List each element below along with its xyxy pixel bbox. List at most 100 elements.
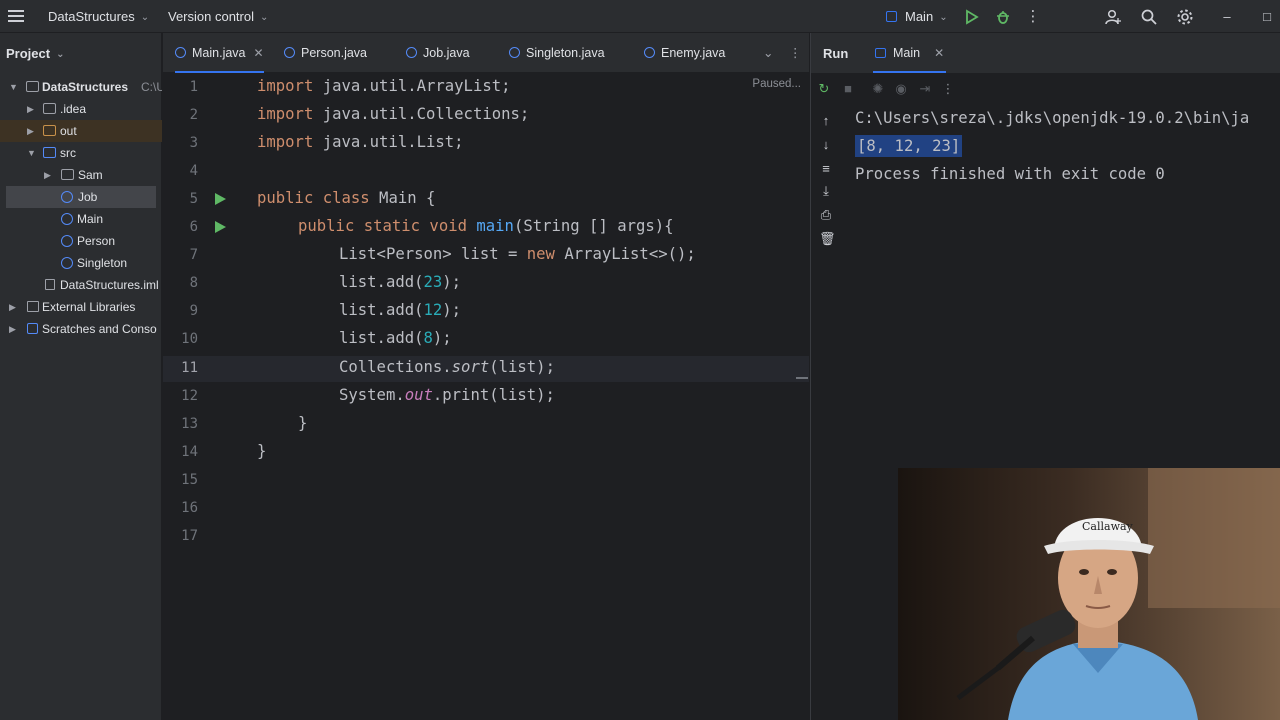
collapse-arrow-icon[interactable]: ▶ (27, 120, 34, 142)
camera-icon[interactable]: ◉ (894, 81, 908, 97)
code-line: public static void main(String [] args){ (298, 217, 674, 235)
rerun-icon[interactable]: ↻ (817, 81, 831, 97)
keyword: import (257, 77, 314, 95)
project-panel-title: Project (6, 46, 51, 61)
code-editor[interactable]: Paused... 1 2 3 4 5 6 7 8 9 10 11 12 13 … (163, 74, 809, 720)
run-icon[interactable] (962, 8, 980, 26)
tree-item-main[interactable]: Main (0, 208, 162, 230)
tree-item-singleton[interactable]: Singleton (0, 252, 162, 274)
exit-icon[interactable]: ⇥ (918, 81, 932, 97)
scroll-to-end-icon[interactable]: ⤓ (819, 183, 833, 199)
tab-person-java[interactable]: Person.java (284, 33, 367, 73)
line-number: 14 (181, 444, 198, 460)
file-icon (45, 279, 55, 290)
account-icon[interactable] (1104, 8, 1122, 26)
expand-arrow-icon[interactable]: ▼ (9, 76, 18, 98)
settings-gear-icon[interactable] (1176, 8, 1194, 26)
tree-item-label: Scratches and Conso (42, 322, 157, 336)
line-number: 6 (189, 219, 198, 235)
tree-item-job[interactable]: Job (6, 186, 156, 208)
tree-item-out[interactable]: ▶ out (0, 120, 162, 142)
debug-icon[interactable]: ✺ (871, 81, 885, 97)
tab-enemy-java[interactable]: Enemy.java (644, 33, 725, 73)
line-number: 12 (181, 388, 198, 404)
code-line: System.out.print(list); (339, 386, 555, 404)
trash-icon[interactable]: 🗑 (819, 231, 836, 247)
library-icon (27, 301, 39, 312)
run-config-icon (875, 48, 886, 58)
search-icon[interactable] (1140, 8, 1158, 26)
tree-item-datastructures[interactable]: ▼ DataStructures C:\U (0, 76, 162, 98)
tree-item-person[interactable]: Person (0, 230, 162, 252)
collapse-arrow-icon[interactable]: ▶ (9, 318, 16, 340)
run-gutter-icon[interactable] (215, 221, 226, 233)
line-number: 4 (189, 163, 198, 179)
method-name: main (476, 217, 514, 235)
package-icon (61, 169, 74, 180)
class-icon (61, 213, 73, 225)
expand-arrow-icon[interactable]: ▼ (27, 142, 36, 164)
code-text: ArrayList<>(); (554, 245, 696, 263)
run-tab-label: Main (893, 46, 921, 60)
tree-item-label: External Libraries (42, 300, 136, 314)
close-tab-icon[interactable]: ✕ (254, 46, 264, 60)
collapse-arrow-icon[interactable]: ▶ (44, 164, 51, 186)
debug-icon[interactable] (994, 8, 1012, 26)
tab-label: Main.java (192, 46, 246, 60)
class-icon (61, 257, 73, 269)
tab-job-java[interactable]: Job.java (406, 33, 470, 73)
class-icon (509, 47, 520, 58)
module-folder-icon (26, 81, 39, 92)
tree-item-scratches[interactable]: ▶ Scratches and Conso (0, 318, 162, 340)
code-text: ); (442, 301, 462, 319)
line-number: 3 (189, 135, 198, 151)
collapse-arrow-icon[interactable]: ▶ (27, 98, 34, 120)
scrollbar-marker (796, 377, 808, 379)
more-actions-icon[interactable]: ⋮ (941, 81, 955, 97)
run-tab-main[interactable]: Main ✕ (873, 33, 947, 73)
line-number: 2 (189, 107, 198, 123)
vcs-selector[interactable]: Version control ⌄ (168, 9, 268, 24)
project-panel-header[interactable]: Project ⌄ (6, 46, 64, 61)
code-line: import java.util.List; (257, 133, 464, 151)
print-icon[interactable]: ⎙ (819, 207, 833, 223)
number-literal: 8 (423, 329, 433, 347)
more-actions-icon[interactable]: ⋮ (1024, 8, 1042, 26)
code-text: (list); (489, 358, 555, 376)
keyword: import (257, 105, 314, 123)
soft-wrap-icon[interactable]: ≡ (819, 161, 833, 176)
tab-more-icon[interactable]: ⋮ (789, 33, 802, 73)
code-text: System. (339, 386, 405, 404)
tree-item-sam[interactable]: ▶ Sam (0, 164, 162, 186)
maximize-icon[interactable]: □ (1258, 8, 1276, 26)
close-tab-icon[interactable]: ✕ (934, 46, 944, 60)
scroll-up-icon[interactable]: ↑ (819, 113, 833, 128)
tab-singleton-java[interactable]: Singleton.java (509, 33, 605, 73)
code-line: Collections.sort(list); (339, 358, 555, 376)
number-literal: 12 (423, 301, 443, 319)
output-folder-icon (43, 125, 56, 136)
stop-icon[interactable]: ■ (841, 81, 855, 96)
code-text: list.add( (339, 301, 424, 319)
tree-item-src[interactable]: ▼ src (0, 142, 162, 164)
line-number: 1 (189, 79, 198, 95)
minimize-icon[interactable]: – (1218, 8, 1236, 26)
folder-icon (43, 103, 56, 114)
tree-item-iml[interactable]: DataStructures.iml (0, 274, 162, 296)
main-menu-icon[interactable] (8, 8, 24, 24)
tab-main-java[interactable]: Main.java ✕ (175, 33, 264, 73)
line-number: 7 (189, 247, 198, 263)
tree-item-idea[interactable]: ▶ .idea (0, 98, 162, 120)
tree-item-label: out (60, 124, 77, 138)
code-text: list.add( (339, 329, 424, 347)
line-number: 17 (181, 528, 198, 544)
collapse-arrow-icon[interactable]: ▶ (9, 296, 16, 318)
run-config-selector[interactable]: Main ⌄ (886, 9, 948, 24)
tree-item-external-libraries[interactable]: ▶ External Libraries (0, 296, 162, 318)
tree-item-label: DataStructures.iml (60, 278, 159, 292)
tab-list-chevron-icon[interactable]: ⌄ (763, 33, 773, 73)
project-selector[interactable]: DataStructures ⌄ (48, 9, 149, 24)
code-text: List<Person> list = (339, 245, 527, 263)
run-gutter-icon[interactable] (215, 193, 226, 205)
scroll-down-icon[interactable]: ↓ (819, 137, 833, 152)
